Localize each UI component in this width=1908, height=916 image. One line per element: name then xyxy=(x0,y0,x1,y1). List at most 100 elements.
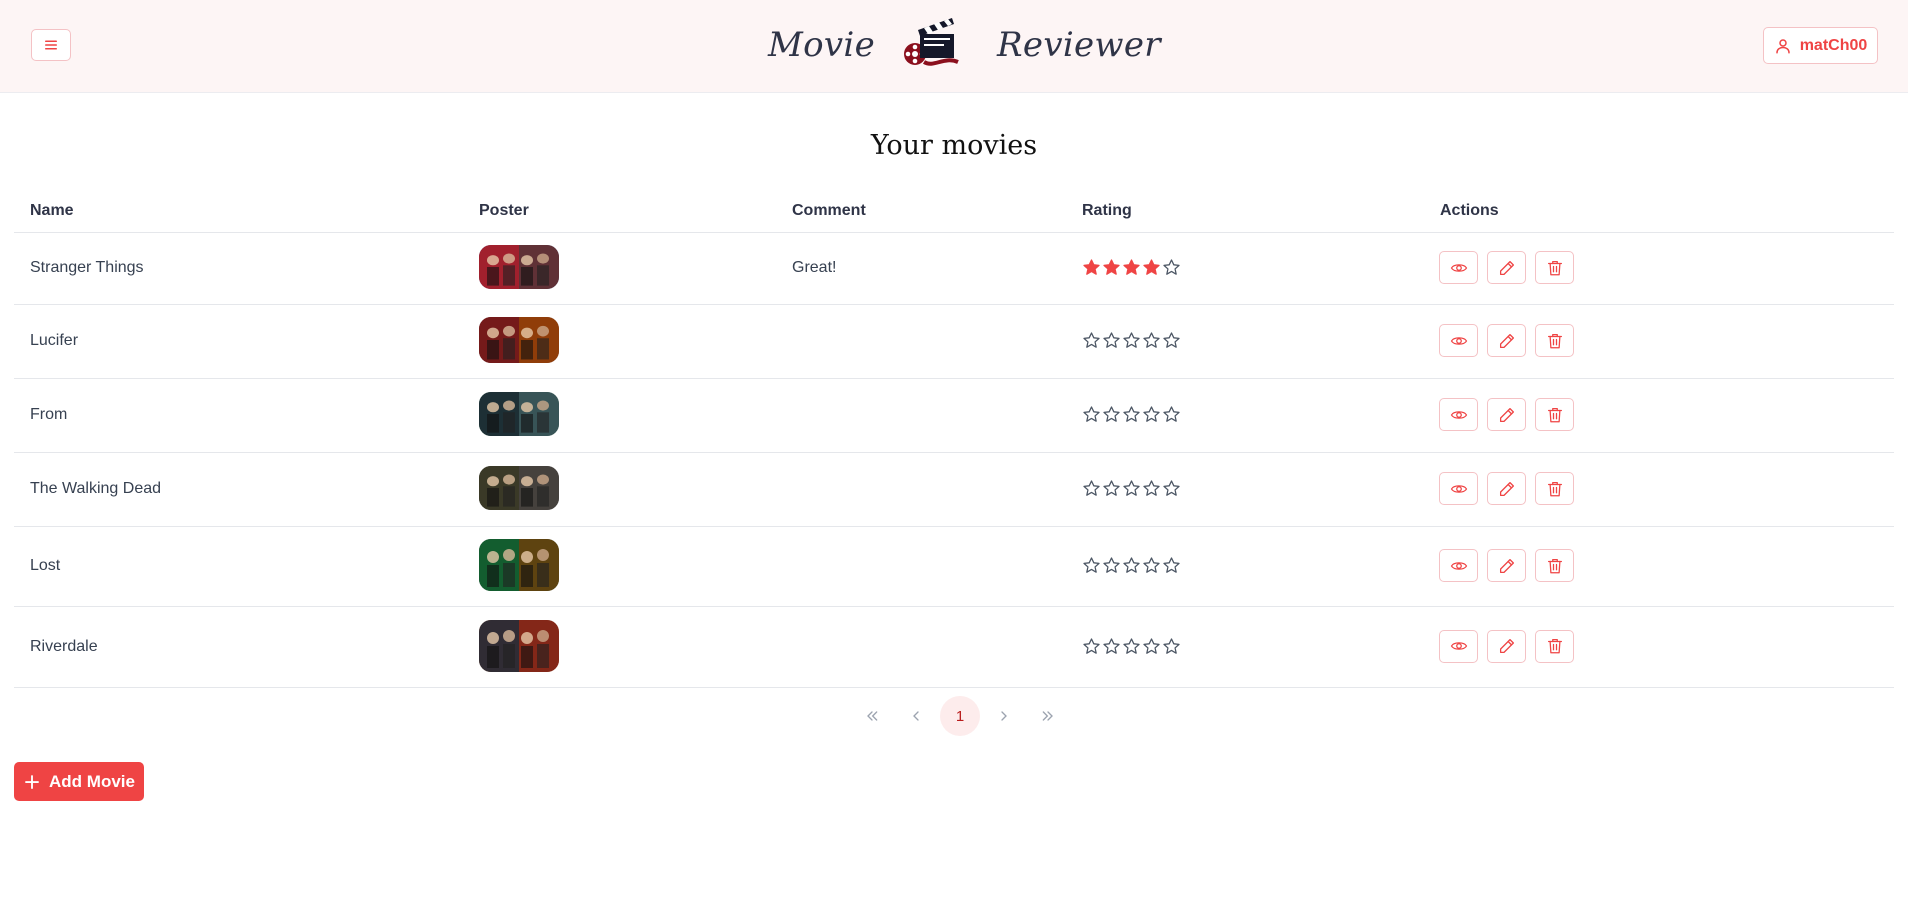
column-header-poster: Poster xyxy=(479,202,529,219)
add-movie-label: Add Movie xyxy=(49,771,135,791)
star-filled-icon[interactable] xyxy=(1102,258,1121,277)
star-empty-icon[interactable] xyxy=(1142,556,1161,575)
table-body: Stranger Things Great! Lucifer From The Walk… xyxy=(14,233,1894,688)
view-button[interactable] xyxy=(1439,398,1478,431)
star-empty-icon[interactable] xyxy=(1102,556,1121,575)
eye-icon xyxy=(1450,336,1467,345)
edit-button[interactable] xyxy=(1487,629,1526,663)
star-empty-icon[interactable] xyxy=(1082,331,1101,350)
star-empty-icon[interactable] xyxy=(1102,331,1121,350)
star-empty-icon[interactable] xyxy=(1162,479,1181,498)
star-empty-icon[interactable] xyxy=(1122,637,1141,656)
movie-comment: Great! xyxy=(792,259,837,276)
delete-button[interactable] xyxy=(1535,549,1574,582)
delete-button[interactable] xyxy=(1535,251,1574,284)
eye-icon xyxy=(1450,484,1467,493)
trash-icon xyxy=(1547,333,1562,348)
row-actions xyxy=(1439,398,1574,431)
movie-name: The Walking Dead xyxy=(30,480,162,497)
eye-icon xyxy=(1450,561,1467,570)
next-page-button[interactable] xyxy=(984,696,1024,736)
table-row: Riverdale xyxy=(14,607,1894,688)
edit-button[interactable] xyxy=(1487,472,1526,505)
first-page-button[interactable] xyxy=(852,696,892,736)
star-empty-icon[interactable] xyxy=(1122,331,1141,350)
column-header-name: Name xyxy=(30,202,74,219)
delete-button[interactable] xyxy=(1535,398,1574,431)
pencil-icon xyxy=(1499,638,1514,654)
pagination: 1 xyxy=(852,696,1072,736)
star-filled-icon[interactable] xyxy=(1122,258,1141,277)
rating-stars xyxy=(1082,405,1181,424)
menu-button[interactable] xyxy=(31,29,71,61)
star-filled-icon[interactable] xyxy=(1142,258,1161,277)
star-empty-icon[interactable] xyxy=(1162,637,1181,656)
delete-button[interactable] xyxy=(1535,472,1574,505)
star-empty-icon[interactable] xyxy=(1102,479,1121,498)
add-movie-button[interactable]: Add Movie xyxy=(14,762,144,801)
page-button-current[interactable]: 1 xyxy=(940,696,980,736)
star-filled-icon[interactable] xyxy=(1082,258,1101,277)
movie-poster-image xyxy=(479,317,559,363)
delete-button[interactable] xyxy=(1535,324,1574,357)
star-empty-icon[interactable] xyxy=(1082,405,1101,424)
movie-name: From xyxy=(30,406,68,423)
plus-icon xyxy=(25,774,39,789)
view-button[interactable] xyxy=(1439,472,1478,505)
chevron-right-icon xyxy=(1001,711,1007,721)
star-empty-icon[interactable] xyxy=(1082,479,1101,498)
movie-poster-image xyxy=(479,245,559,289)
edit-button[interactable] xyxy=(1487,549,1526,582)
edit-button[interactable] xyxy=(1487,251,1526,284)
view-button[interactable] xyxy=(1439,324,1478,357)
table-row: From xyxy=(14,379,1894,453)
eye-icon xyxy=(1450,263,1467,272)
star-empty-icon[interactable] xyxy=(1082,637,1101,656)
star-empty-icon[interactable] xyxy=(1122,556,1141,575)
user-menu-button[interactable]: matCh00 xyxy=(1763,27,1878,64)
row-actions xyxy=(1439,629,1574,663)
double-chevron-left-icon xyxy=(867,711,878,721)
user-icon xyxy=(1775,38,1790,53)
column-header-comment: Comment xyxy=(792,202,866,219)
rating-stars xyxy=(1082,258,1181,277)
pencil-icon xyxy=(1499,333,1514,348)
star-empty-icon[interactable] xyxy=(1162,405,1181,424)
clapperboard-logo xyxy=(904,18,959,66)
star-empty-icon[interactable] xyxy=(1142,637,1161,656)
rating-stars xyxy=(1082,637,1181,656)
movie-poster-image xyxy=(479,619,559,672)
star-empty-icon[interactable] xyxy=(1162,258,1181,277)
rating-stars xyxy=(1082,479,1181,498)
movie-poster-image xyxy=(479,392,559,436)
view-button[interactable] xyxy=(1439,629,1478,663)
view-button[interactable] xyxy=(1439,549,1478,582)
brand-title-right: Reviewer xyxy=(997,25,1161,65)
row-actions xyxy=(1439,472,1574,505)
star-empty-icon[interactable] xyxy=(1142,331,1161,350)
trash-icon xyxy=(1547,558,1562,573)
row-actions xyxy=(1439,324,1574,357)
edit-button[interactable] xyxy=(1487,324,1526,357)
star-empty-icon[interactable] xyxy=(1082,556,1101,575)
star-empty-icon[interactable] xyxy=(1162,556,1181,575)
star-empty-icon[interactable] xyxy=(1142,405,1161,424)
table-row: The Walking Dead xyxy=(14,453,1894,527)
star-empty-icon[interactable] xyxy=(1162,331,1181,350)
view-button[interactable] xyxy=(1439,251,1478,284)
star-empty-icon[interactable] xyxy=(1122,479,1141,498)
star-empty-icon[interactable] xyxy=(1122,405,1141,424)
previous-page-button[interactable] xyxy=(896,696,936,736)
edit-button[interactable] xyxy=(1487,398,1526,431)
pencil-icon xyxy=(1499,481,1514,496)
table-header: Name Poster Comment Rating Actions xyxy=(14,190,1894,233)
eye-icon xyxy=(1450,410,1467,419)
star-empty-icon[interactable] xyxy=(1102,405,1121,424)
chevron-left-icon xyxy=(913,711,919,721)
star-empty-icon[interactable] xyxy=(1102,637,1121,656)
delete-button[interactable] xyxy=(1535,629,1574,663)
app-header: Movie Reviewer matCh00 xyxy=(0,0,1908,93)
last-page-button[interactable] xyxy=(1028,696,1068,736)
movie-poster-image xyxy=(479,466,559,510)
star-empty-icon[interactable] xyxy=(1142,479,1161,498)
